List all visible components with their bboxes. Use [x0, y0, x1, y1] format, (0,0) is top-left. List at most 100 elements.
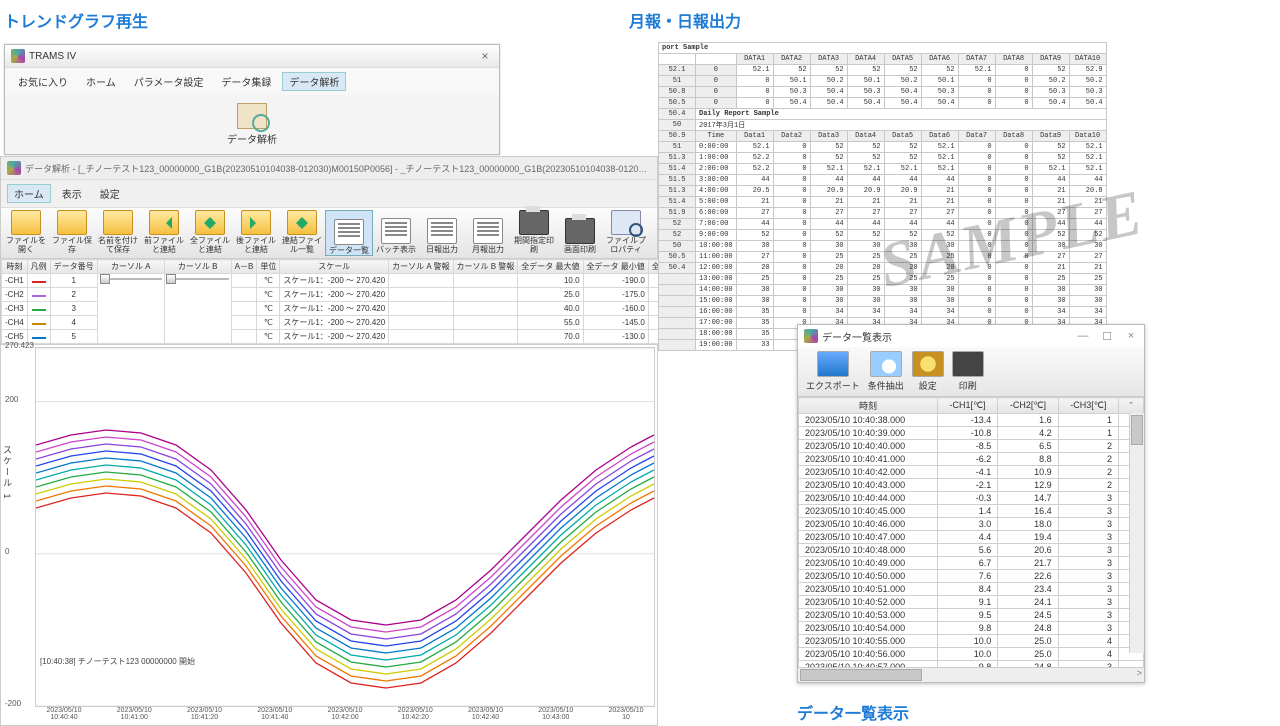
report-col: DATA4	[847, 54, 884, 65]
table-row[interactable]: 2023/05/10 10:40:39.000-10.84.21	[799, 427, 1144, 440]
tab-設定[interactable]: 設定	[93, 184, 127, 203]
table-row[interactable]: 2023/05/10 10:40:43.000-2.112.92	[799, 479, 1144, 492]
cell: 4	[50, 316, 97, 330]
tab-表示[interactable]: 表示	[55, 184, 89, 203]
toolbar-icon	[381, 218, 411, 244]
table-row[interactable]: 2023/05/10 10:40:49.0006.721.73	[799, 557, 1144, 570]
cell: ℃	[257, 330, 280, 344]
heading-report: 月報・日報出力	[629, 8, 741, 32]
chart-annotation: [10:40:38] チノーテスト123 00000000 開始	[40, 656, 195, 667]
tab-データ集録[interactable]: データ集録	[214, 72, 278, 91]
table-row[interactable]: 2023/05/10 10:40:53.0009.524.53	[799, 609, 1144, 622]
report-col: DATA1	[736, 54, 773, 65]
cursor-knob[interactable]	[166, 274, 176, 284]
table-row[interactable]: 2023/05/10 10:40:42.000-4.110.92	[799, 466, 1144, 479]
cell: ℃	[257, 288, 280, 302]
col-header: カーソル B 警報	[453, 260, 518, 274]
table-row[interactable]: 2023/05/10 10:40:40.000-8.56.52	[799, 440, 1144, 453]
cell: 70.0	[518, 330, 583, 344]
toolbar-btn-日報出力[interactable]: 日報出力	[419, 210, 465, 254]
scrollbar-horizontal[interactable]	[798, 667, 1144, 682]
dl-icon	[870, 351, 902, 377]
cell	[389, 316, 453, 330]
table-row[interactable]: 2023/05/10 10:40:38.000-13.41.61	[799, 414, 1144, 427]
dl-col-more: ˆ	[1119, 398, 1144, 414]
table-row[interactable]: 2023/05/10 10:40:44.000-0.314.73	[799, 492, 1144, 505]
maximize-icon[interactable]: ☐	[1100, 330, 1114, 343]
trams-logo-icon	[11, 49, 25, 63]
cell	[164, 274, 231, 344]
cursor-knob[interactable]	[100, 274, 110, 284]
close-icon[interactable]: ×	[477, 49, 493, 63]
cell: -CH3	[2, 302, 28, 316]
cell	[453, 288, 518, 302]
trend-chart: スケール 1270.4232000-200 [10:40:38] チノーテスト1…	[1, 344, 657, 725]
daily-report-title: Daily Report Sample	[696, 109, 1107, 120]
toolbar-btn-期間指定印刷[interactable]: 期間指定印刷	[511, 210, 557, 254]
report-col: DATA2	[773, 54, 810, 65]
col-header: 凡例	[27, 260, 50, 274]
toolbar-btn-ファイル保存[interactable]: ファイル保存	[49, 210, 95, 254]
tab-パラメータ設定[interactable]: パラメータ設定	[127, 72, 211, 91]
x-tick: 2023/05/10 10:42:40	[457, 707, 515, 725]
toolbar-btn-バッチ表示[interactable]: バッチ表示	[373, 210, 419, 254]
toolbar-btn-月報出力[interactable]: 月報出力	[465, 210, 511, 254]
y-tick: 0	[5, 547, 9, 556]
table-row[interactable]: 2023/05/10 10:40:48.0005.620.63	[799, 544, 1144, 557]
table-row[interactable]: 2023/05/10 10:40:46.0003.018.03	[799, 518, 1144, 531]
toolbar-icon	[334, 219, 364, 245]
x-tick: 2023/05/10 10:41:00	[105, 707, 163, 725]
toolbar-btn-前ファイルと連結[interactable]: 前ファイルと連結	[141, 210, 187, 254]
toolbar-btn-名前を付けて保存[interactable]: 名前を付けて保存	[95, 210, 141, 254]
cell: スケール1：-200 ～ 270.420	[280, 288, 389, 302]
toolbar-btn-画面印刷[interactable]: 画面印刷	[557, 210, 603, 254]
toolbar-icon	[287, 210, 317, 235]
table-row[interactable]: 2023/05/10 10:40:52.0009.124.13	[799, 596, 1144, 609]
tab-お気に入り[interactable]: お気に入り	[11, 72, 75, 91]
table-row[interactable]: 2023/05/10 10:40:51.0008.423.43	[799, 583, 1144, 596]
toolbar-btn-データ一覧[interactable]: データ一覧	[325, 210, 373, 256]
toolbar-btn-連結ファイル一覧[interactable]: 連結ファイル一覧	[279, 210, 325, 254]
tab-データ解析[interactable]: データ解析	[282, 72, 346, 91]
x-tick: 2023/05/10 10:40:40	[35, 707, 93, 725]
dl-btn-条件抽出[interactable]: 条件抽出	[868, 351, 904, 392]
cell: 55.0	[518, 316, 583, 330]
col-header: 単位	[257, 260, 280, 274]
table-row[interactable]: 2023/05/10 10:40:56.00010.025.04	[799, 648, 1144, 661]
toolbar-btn-ファイルプロパティ[interactable]: ファイルプロパティ	[603, 210, 649, 254]
table-row[interactable]: 2023/05/10 10:40:41.000-6.28.82	[799, 453, 1144, 466]
report-col: DATA8	[995, 54, 1032, 65]
tab-ホーム[interactable]: ホーム	[7, 184, 51, 203]
tool-data-analysis[interactable]: データ解析	[9, 99, 495, 150]
dl-btn-エクスポート[interactable]: エクスポート	[806, 351, 860, 392]
table-row[interactable]: 2023/05/10 10:40:50.0007.622.63	[799, 570, 1144, 583]
table-row[interactable]: 2023/05/10 10:40:54.0009.824.83	[799, 622, 1144, 635]
y-tick: 200	[5, 395, 18, 404]
analyzer-toolbar: ファイルを開くファイル保存名前を付けて保存前ファイルと連結全ファイルと連結後ファ…	[1, 207, 657, 259]
toolbar-icon	[519, 210, 549, 235]
cell: ℃	[257, 302, 280, 316]
close-icon[interactable]: ×	[1124, 330, 1138, 343]
toolbar-icon	[11, 210, 41, 235]
toolbar-btn-全ファイルと連結[interactable]: 全ファイルと連結	[187, 210, 233, 254]
toolbar-btn-後ファイルと連結[interactable]: 後ファイルと連結	[233, 210, 279, 254]
tab-ホーム[interactable]: ホーム	[79, 72, 123, 91]
datalist-table: 時刻-CH1[℃]-CH2[℃]-CH3[℃]ˆ2023/05/10 10:40…	[798, 397, 1144, 667]
minimize-icon[interactable]: —	[1076, 330, 1090, 343]
cell: 3	[50, 302, 97, 316]
table-row[interactable]: 2023/05/10 10:40:47.0004.419.43	[799, 531, 1144, 544]
dl-btn-設定[interactable]: 設定	[912, 351, 944, 392]
analysis-icon	[237, 103, 267, 129]
datalist-logo-icon	[804, 329, 818, 343]
dl-btn-印刷[interactable]: 印刷	[952, 351, 984, 392]
cell	[453, 302, 518, 316]
cell: スケール1：-200 ～ 270.420	[280, 302, 389, 316]
toolbar-btn-ファイルを開く[interactable]: ファイルを開く	[3, 210, 49, 254]
cell	[27, 316, 50, 330]
table-row[interactable]: 2023/05/10 10:40:45.0001.416.43	[799, 505, 1144, 518]
cell	[231, 330, 257, 344]
table-row[interactable]: 2023/05/10 10:40:55.00010.025.04	[799, 635, 1144, 648]
cell: 40.0	[518, 302, 583, 316]
toolbar-icon	[473, 218, 503, 244]
scrollbar-vertical[interactable]	[1129, 413, 1144, 653]
